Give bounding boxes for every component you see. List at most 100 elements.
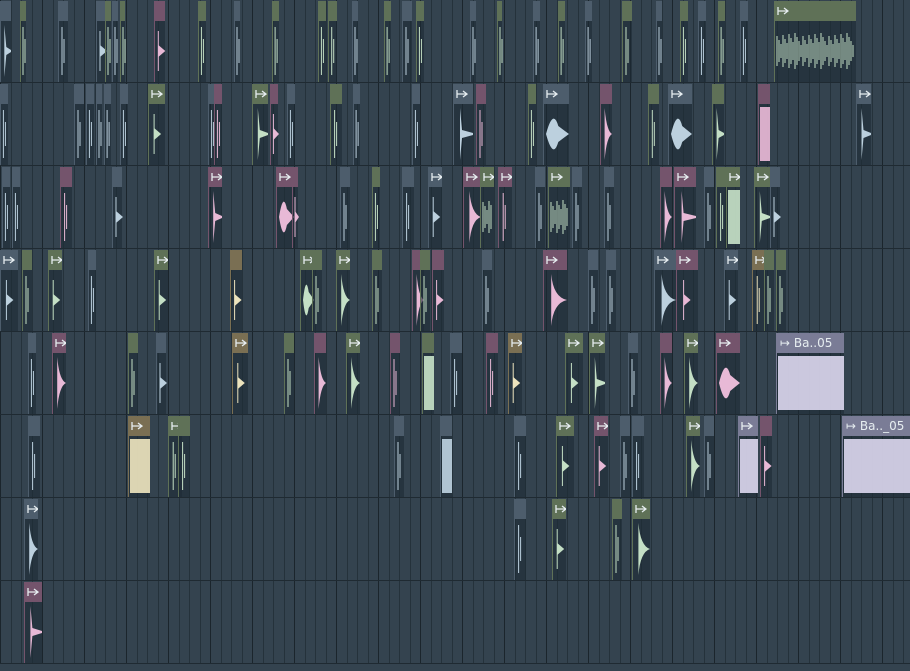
clip-header[interactable] — [285, 333, 294, 353]
playlist-area[interactable]: ↦ Ba..05 ↦ Ba.._05 — [0, 0, 910, 671]
audio-clip[interactable] — [588, 250, 598, 331]
audio-clip[interactable] — [88, 250, 96, 331]
clip-header[interactable] — [613, 499, 622, 519]
audio-clip[interactable] — [622, 1, 632, 82]
clip-header[interactable] — [775, 1, 856, 21]
audio-clip[interactable] — [480, 167, 494, 248]
audio-clip[interactable] — [232, 333, 248, 414]
audio-clip[interactable] — [565, 333, 583, 414]
clip-header[interactable] — [113, 1, 118, 21]
clip-header[interactable] — [97, 84, 102, 104]
audio-clip[interactable] — [284, 333, 294, 414]
audio-clip[interactable] — [420, 250, 430, 331]
clip-header[interactable] — [1, 1, 11, 21]
audio-clip[interactable] — [740, 1, 748, 82]
audio-clip[interactable] — [390, 333, 400, 414]
clip-header[interactable] — [29, 333, 36, 353]
audio-clip[interactable] — [287, 84, 295, 165]
clip-header[interactable] — [413, 84, 420, 104]
audio-clip[interactable] — [543, 250, 567, 331]
audio-clip[interactable] — [585, 1, 592, 82]
clip-header[interactable] — [433, 250, 444, 270]
clip-header[interactable] — [586, 1, 592, 21]
audio-clip[interactable] — [604, 167, 614, 248]
clip-header[interactable] — [661, 167, 672, 187]
clip-header[interactable] — [271, 84, 278, 104]
clip-header[interactable] — [155, 250, 168, 270]
audio-clip[interactable] — [606, 250, 616, 331]
audio-clip[interactable] — [352, 1, 358, 82]
audio-clip[interactable] — [668, 84, 692, 165]
playlist-track[interactable] — [0, 581, 910, 664]
audio-clip[interactable] — [676, 250, 698, 331]
audio-clip[interactable] — [680, 1, 688, 82]
clip-header[interactable] — [395, 416, 404, 436]
audio-clip[interactable] — [328, 1, 337, 82]
clip-header[interactable] — [681, 1, 688, 21]
clip-header[interactable] — [157, 333, 166, 353]
clip-header[interactable] — [649, 84, 659, 104]
audio-clip[interactable] — [556, 416, 574, 497]
clip-header[interactable] — [129, 416, 150, 436]
clip-header[interactable] — [481, 167, 494, 187]
audio-clip[interactable] — [726, 167, 740, 248]
audio-clip[interactable] — [372, 167, 380, 248]
clip-header[interactable] — [669, 84, 692, 104]
clip-header[interactable] — [633, 416, 644, 436]
clip-header[interactable] — [385, 1, 391, 21]
clip-header[interactable]: ↦ Ba..05 — [777, 333, 844, 353]
clip-header[interactable] — [573, 167, 582, 187]
audio-clip[interactable] — [52, 333, 66, 414]
playlist-track[interactable] — [0, 498, 910, 581]
audio-clip[interactable] — [384, 1, 391, 82]
clip-header[interactable] — [391, 333, 400, 353]
audio-clip[interactable] — [2, 167, 10, 248]
clip-header[interactable] — [589, 250, 598, 270]
audio-clip[interactable] — [754, 167, 770, 248]
clip-header[interactable] — [705, 167, 714, 187]
audio-clip[interactable] — [154, 250, 168, 331]
audio-clip[interactable] — [684, 333, 698, 414]
audio-clip[interactable] — [470, 1, 476, 82]
clip-header[interactable] — [49, 250, 62, 270]
clip-header[interactable] — [454, 84, 473, 104]
audio-clip[interactable] — [112, 167, 123, 248]
clip-header[interactable] — [215, 84, 222, 104]
clip-header[interactable] — [566, 333, 583, 353]
audio-clip[interactable] — [486, 333, 498, 414]
clip-header[interactable] — [25, 582, 42, 602]
audio-clip[interactable] — [416, 1, 424, 82]
clip-header[interactable] — [544, 250, 567, 270]
audio-clip[interactable] — [774, 1, 856, 82]
clip-header[interactable] — [403, 167, 414, 187]
clip-header[interactable] — [3, 167, 10, 187]
clip-header[interactable] — [661, 333, 672, 353]
clip-header[interactable] — [477, 84, 486, 104]
clip-header[interactable] — [429, 167, 442, 187]
audio-clip[interactable]: ↦ Ba..05 — [776, 333, 844, 414]
audio-clip[interactable] — [402, 167, 414, 248]
audio-clip[interactable] — [704, 167, 714, 248]
audio-clip[interactable] — [234, 1, 240, 82]
audio-clip[interactable] — [698, 1, 706, 82]
clip-header[interactable] — [61, 167, 72, 187]
clip-header[interactable] — [515, 416, 526, 436]
audio-clip[interactable] — [760, 416, 772, 497]
clip-header[interactable] — [441, 416, 452, 436]
clip-header[interactable] — [529, 84, 536, 104]
playlist-track[interactable]: ↦ Ba..05 — [0, 332, 910, 415]
clip-header[interactable] — [601, 84, 612, 104]
audio-clip[interactable] — [594, 416, 608, 497]
clip-header[interactable] — [337, 250, 350, 270]
clip-header[interactable] — [559, 1, 565, 21]
audio-clip[interactable] — [704, 416, 714, 497]
audio-clip[interactable] — [270, 84, 279, 165]
clip-header[interactable] — [595, 416, 608, 436]
clip-header[interactable] — [499, 167, 512, 187]
clip-header[interactable] — [498, 1, 502, 21]
audio-clip[interactable] — [48, 250, 62, 331]
clip-header[interactable] — [777, 250, 786, 270]
audio-clip[interactable] — [776, 250, 786, 331]
audio-clip[interactable] — [252, 84, 268, 165]
audio-clip[interactable] — [24, 499, 38, 580]
